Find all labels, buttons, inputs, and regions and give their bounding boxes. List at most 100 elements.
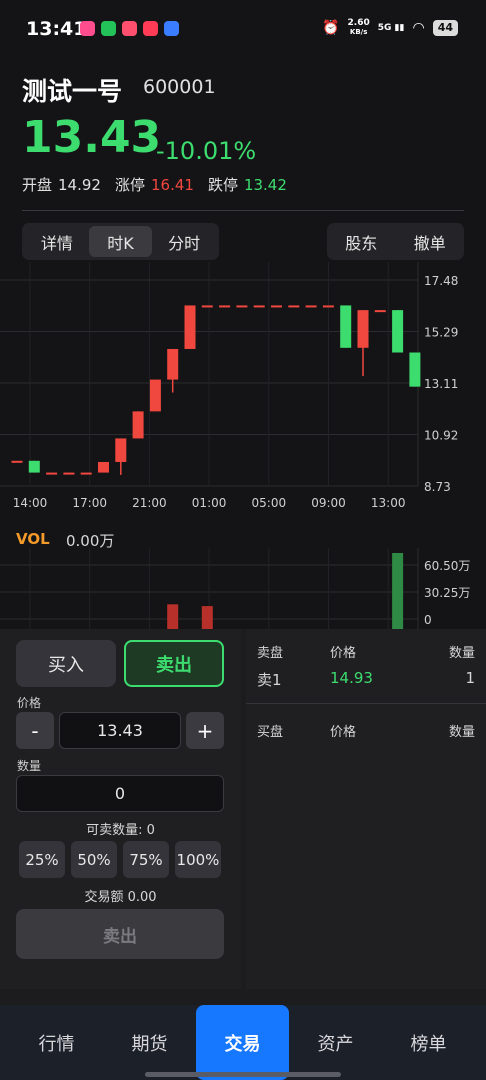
open-stat: 开盘 14.92	[22, 174, 101, 195]
status-time: 13:41	[26, 18, 87, 40]
status-indicators: ⏰ 2.60 KB/s 5G ▮▮ ◠ 44	[322, 19, 458, 37]
ask-header-price: 价格	[330, 646, 357, 661]
volume-tick-label: 0	[424, 613, 432, 627]
quantity-input[interactable]: 0	[16, 775, 224, 812]
tab-time-share[interactable]: 分时	[152, 226, 216, 257]
price-input[interactable]: 13.43	[59, 712, 181, 749]
bid-header-price: 价格	[330, 725, 357, 740]
x-tick-label: 05:00	[252, 496, 287, 510]
x-tick-label: 17:00	[72, 496, 107, 510]
candle-body	[305, 305, 317, 308]
order-form: 买入 卖出 价格 - 13.43 + 数量 0 可卖数量: 0 25% 50% …	[0, 629, 241, 989]
candle-body	[340, 305, 352, 348]
x-tick-label: 09:00	[311, 496, 346, 510]
tab-hour-k[interactable]: 时K	[88, 226, 153, 257]
candle-body	[288, 305, 300, 308]
percent-25-button[interactable]: 25%	[19, 841, 65, 878]
tab-shareholders[interactable]: 股东	[327, 223, 396, 260]
music-app-icon	[143, 21, 158, 36]
home-indicator	[145, 1072, 341, 1077]
buy-tab-button[interactable]: 买入	[16, 640, 116, 687]
net-speed: 2.60 KB/s	[348, 19, 370, 37]
sell-tab-button[interactable]: 卖出	[124, 640, 224, 687]
percent-75-button[interactable]: 75%	[123, 841, 169, 878]
browser-app-icon	[164, 21, 179, 36]
volume-label: VOL	[16, 530, 50, 548]
candle-body	[132, 411, 144, 439]
candlestick-chart[interactable]: 17.48 15.29 13.11 10.92 8.73 14:00 17:00 21:00 0…	[0, 262, 486, 517]
app-notification-icon	[80, 21, 95, 36]
battery-icon: 44	[432, 20, 458, 36]
candle-body	[28, 460, 40, 473]
y-tick-label: 8.73	[424, 480, 451, 494]
price-stats: 开盘 14.92 涨停 16.41 跌停 13.42	[22, 174, 301, 195]
ask-level: 卖1	[257, 671, 282, 689]
tab-cancel-order[interactable]: 撤单	[396, 223, 465, 260]
chart-tabs: 详情 时K 分时	[22, 223, 219, 260]
trade-panel: 买入 卖出 价格 - 13.43 + 数量 0 可卖数量: 0 25% 50% …	[0, 629, 486, 1005]
y-tick-label: 10.92	[424, 429, 458, 443]
candle-body	[374, 310, 386, 313]
header-divider	[22, 210, 464, 211]
price-increase-button[interactable]: +	[186, 712, 224, 749]
candle-body	[46, 472, 58, 475]
submit-sell-button[interactable]: 卖出	[16, 909, 224, 959]
x-tick-label: 21:00	[132, 496, 167, 510]
candle-body	[115, 438, 127, 462]
wechat-icon	[101, 21, 116, 36]
signal-icon: 5G ▮▮	[377, 23, 405, 33]
stock-code: 600001	[143, 76, 216, 98]
video-app-icon	[122, 21, 137, 36]
candle-body	[219, 305, 231, 308]
candle-body	[149, 379, 161, 412]
candle-body	[392, 310, 404, 353]
net-speed-value: 2.60	[347, 18, 370, 28]
nav-trade[interactable]: 交易	[196, 1005, 289, 1080]
order-book: 卖盘 价格 数量 卖1 14.93 1 买盘 价格 数量	[246, 629, 486, 989]
nav-assets[interactable]: 资产	[289, 1005, 382, 1080]
y-tick-label: 13.11	[424, 377, 458, 391]
current-price: 13.43	[22, 112, 162, 163]
bid-header-side: 买盘	[257, 725, 284, 740]
notification-icons	[80, 21, 179, 36]
tab-details[interactable]: 详情	[25, 226, 89, 257]
ask-header-qty: 数量	[448, 646, 475, 661]
price-decrease-button[interactable]: -	[16, 712, 54, 749]
action-tabs: 股东 撤单	[327, 223, 464, 260]
candle-body	[11, 460, 23, 463]
x-tick-label: 01:00	[192, 496, 227, 510]
quantity-label: 数量	[17, 759, 42, 773]
limit-up-label: 涨停	[114, 176, 145, 194]
volume-chart: 60.50万 30.25万 0	[0, 548, 470, 630]
nav-futures[interactable]: 期货	[103, 1005, 196, 1080]
nav-market[interactable]: 行情	[10, 1005, 103, 1080]
percent-100-button[interactable]: 100%	[175, 841, 221, 878]
price-label: 价格	[17, 696, 42, 710]
net-speed-unit: KB/s	[349, 28, 368, 36]
candle-body	[322, 305, 334, 308]
candle-body	[80, 472, 92, 475]
wifi-icon: ◠	[412, 20, 425, 36]
network-type: 5G	[377, 23, 392, 33]
percent-50-button[interactable]: 50%	[71, 841, 117, 878]
alarm-icon: ⏰	[322, 20, 340, 36]
x-tick-label: 13:00	[371, 496, 406, 510]
ask-price: 14.93	[330, 669, 373, 687]
y-tick-label: 17.48	[424, 274, 458, 288]
x-tick-label: 14:00	[13, 496, 48, 510]
candle-body	[201, 305, 213, 308]
percent-buttons: 25% 50% 75% 100%	[19, 841, 221, 878]
open-value: 14.92	[58, 176, 101, 194]
candle-body	[236, 305, 248, 308]
sellable-quantity: 可卖数量: 0	[86, 823, 155, 838]
candle-body	[357, 310, 369, 348]
nav-ranking[interactable]: 榜单	[382, 1005, 475, 1080]
candle-body	[98, 461, 109, 473]
limit-up-stat: 涨停 16.41	[115, 174, 194, 195]
status-bar: 13:41 ⏰ 2.60 KB/s 5G ▮▮ ◠ 44	[0, 0, 486, 60]
bottom-nav: 行情 期货 交易 资产 榜单	[0, 1005, 486, 1080]
ask-header-side: 卖盘	[257, 646, 284, 661]
stock-name: 测试一号	[22, 77, 123, 106]
candle-body	[409, 352, 421, 387]
bid-header-qty: 数量	[448, 725, 475, 740]
